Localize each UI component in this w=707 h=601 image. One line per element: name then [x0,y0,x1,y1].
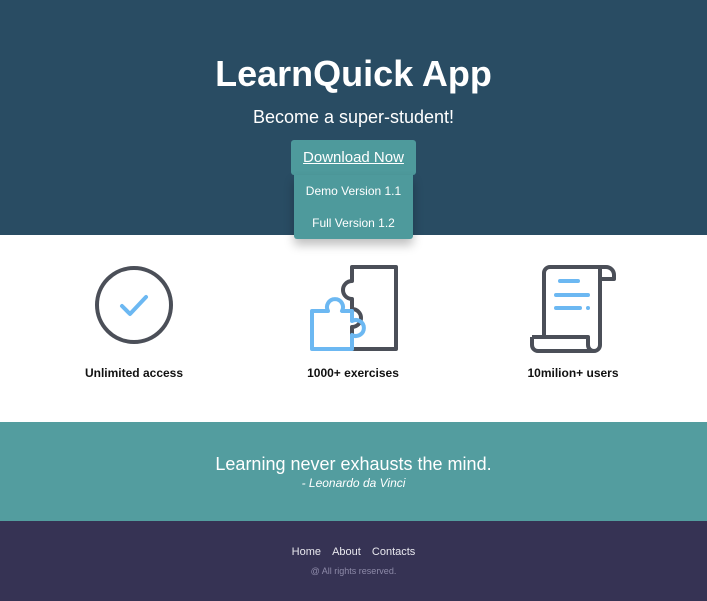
app-subtitle: Become a super-student! [252,107,455,127]
scroll-document-icon [530,265,616,353]
feature-exercises: 1000+ exercises [253,235,453,422]
footer-nav: Home About Contacts [0,546,707,558]
quote-text: Learning never exhausts the mind. [215,454,492,474]
feature-label: 10milion+ users [527,366,619,380]
feature-unlimited-access: Unlimited access [34,235,234,422]
dropdown-item-demo-version[interactable]: Demo Version 1.1 [294,175,413,207]
footer-link-home[interactable]: Home [292,546,321,558]
download-dropdown-menu: Demo Version 1.1 Full Version 1.2 [294,175,413,239]
quote-section: Learning never exhausts the mind. - Leon… [0,422,707,521]
copyright-text: @ All rights reserved. [310,566,397,576]
feature-users: 10milion+ users [473,235,673,422]
feature-label: 1000+ exercises [307,366,399,380]
feature-label: Unlimited access [84,366,184,380]
footer: Home About Contacts @ All rights reserve… [0,521,707,601]
footer-link-about[interactable]: About [332,546,361,558]
download-now-button[interactable]: Download Now [291,140,416,175]
app-title: LearnQuick App [215,53,492,94]
features-section: Unlimited access 1000+ exercises 10milio… [0,235,707,422]
puzzle-icon [310,265,398,351]
footer-link-contacts[interactable]: Contacts [372,546,415,558]
checkmark-circle-icon [95,266,173,344]
dropdown-item-full-version[interactable]: Full Version 1.2 [294,207,413,239]
quote-author: - Leonardo da Vinci [301,476,406,490]
